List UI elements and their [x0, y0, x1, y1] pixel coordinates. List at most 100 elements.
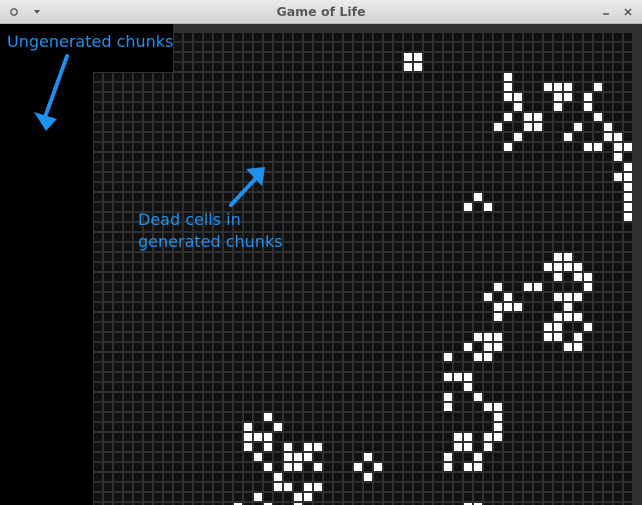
dead-cell [94, 393, 102, 401]
live-cell [544, 263, 552, 271]
dead-cell [484, 93, 492, 101]
dead-cell [434, 413, 442, 421]
dead-cell [304, 293, 312, 301]
dead-cell [214, 33, 222, 41]
dead-cell [484, 43, 492, 51]
dead-cell [104, 453, 112, 461]
dead-cell [244, 493, 252, 501]
dead-cell [234, 193, 242, 201]
dead-cell [514, 333, 522, 341]
dead-cell [94, 443, 102, 451]
dead-cell [284, 413, 292, 421]
dead-cell [444, 133, 452, 141]
minimize-icon[interactable] [597, 3, 615, 21]
dead-cell [504, 353, 512, 361]
dead-cell [424, 243, 432, 251]
dead-cell [424, 323, 432, 331]
dead-cell [184, 313, 192, 321]
dead-cell [334, 303, 342, 311]
dead-cell [214, 483, 222, 491]
dead-cell [414, 433, 422, 441]
dead-cell [554, 453, 562, 461]
dead-cell [544, 253, 552, 261]
dead-cell [374, 53, 382, 61]
dead-cell [614, 223, 622, 231]
dead-cell [234, 353, 242, 361]
dead-cell [254, 293, 262, 301]
dead-cell [304, 143, 312, 151]
dead-cell [174, 393, 182, 401]
dead-cell [314, 473, 322, 481]
dead-cell [374, 283, 382, 291]
dead-cell [384, 273, 392, 281]
dead-cell [214, 113, 222, 121]
dead-cell [124, 233, 132, 241]
dead-cell [474, 113, 482, 121]
dead-cell [464, 233, 472, 241]
game-canvas[interactable]: Ungenerated chunks Dead cells in generat… [0, 24, 642, 505]
dead-cell [494, 223, 502, 231]
dead-cell [484, 243, 492, 251]
dead-cell [524, 353, 532, 361]
dead-cell [444, 433, 452, 441]
dead-cell [384, 303, 392, 311]
dead-cell [244, 343, 252, 351]
dead-cell [114, 93, 122, 101]
dead-cell [174, 53, 182, 61]
dead-cell [144, 163, 152, 171]
life-grid[interactable] [0, 24, 642, 505]
dead-cell [424, 483, 432, 491]
dead-cell [624, 343, 632, 351]
dead-cell [334, 243, 342, 251]
close-icon[interactable] [619, 3, 637, 21]
dead-cell [214, 143, 222, 151]
dead-cell [164, 493, 172, 501]
dead-cell [294, 363, 302, 371]
dead-cell [324, 433, 332, 441]
dead-cell [594, 453, 602, 461]
dead-cell [154, 163, 162, 171]
dead-cell [534, 133, 542, 141]
dead-cell [124, 313, 132, 321]
dead-cell [574, 183, 582, 191]
dead-cell [534, 63, 542, 71]
dead-cell [434, 473, 442, 481]
dead-cell [194, 473, 202, 481]
dead-cell [314, 53, 322, 61]
dead-cell [374, 393, 382, 401]
live-cell [574, 263, 582, 271]
dead-cell [354, 403, 362, 411]
dead-cell [614, 303, 622, 311]
dead-cell [424, 213, 432, 221]
dead-cell [594, 353, 602, 361]
dead-cell [114, 273, 122, 281]
dead-cell [534, 383, 542, 391]
dead-cell [454, 163, 462, 171]
dead-cell [234, 453, 242, 461]
dead-cell [264, 473, 272, 481]
dead-cell [174, 43, 182, 51]
live-cell [304, 493, 312, 501]
dead-cell [104, 493, 112, 501]
dead-cell [604, 443, 612, 451]
dead-cell [254, 33, 262, 41]
dead-cell [304, 93, 312, 101]
dead-cell [324, 43, 332, 51]
dead-cell [394, 173, 402, 181]
dead-cell [554, 133, 562, 141]
dead-cell [394, 233, 402, 241]
dead-cell [114, 493, 122, 501]
dead-cell [464, 163, 472, 171]
dead-cell [104, 403, 112, 411]
dead-cell [334, 153, 342, 161]
live-cell [464, 443, 472, 451]
dead-cell [294, 433, 302, 441]
dead-cell [554, 303, 562, 311]
dead-cell [584, 343, 592, 351]
dead-cell [94, 283, 102, 291]
dead-cell [454, 183, 462, 191]
dead-cell [534, 353, 542, 361]
dead-cell [484, 303, 492, 311]
dead-cell [524, 63, 532, 71]
dead-cell [514, 483, 522, 491]
